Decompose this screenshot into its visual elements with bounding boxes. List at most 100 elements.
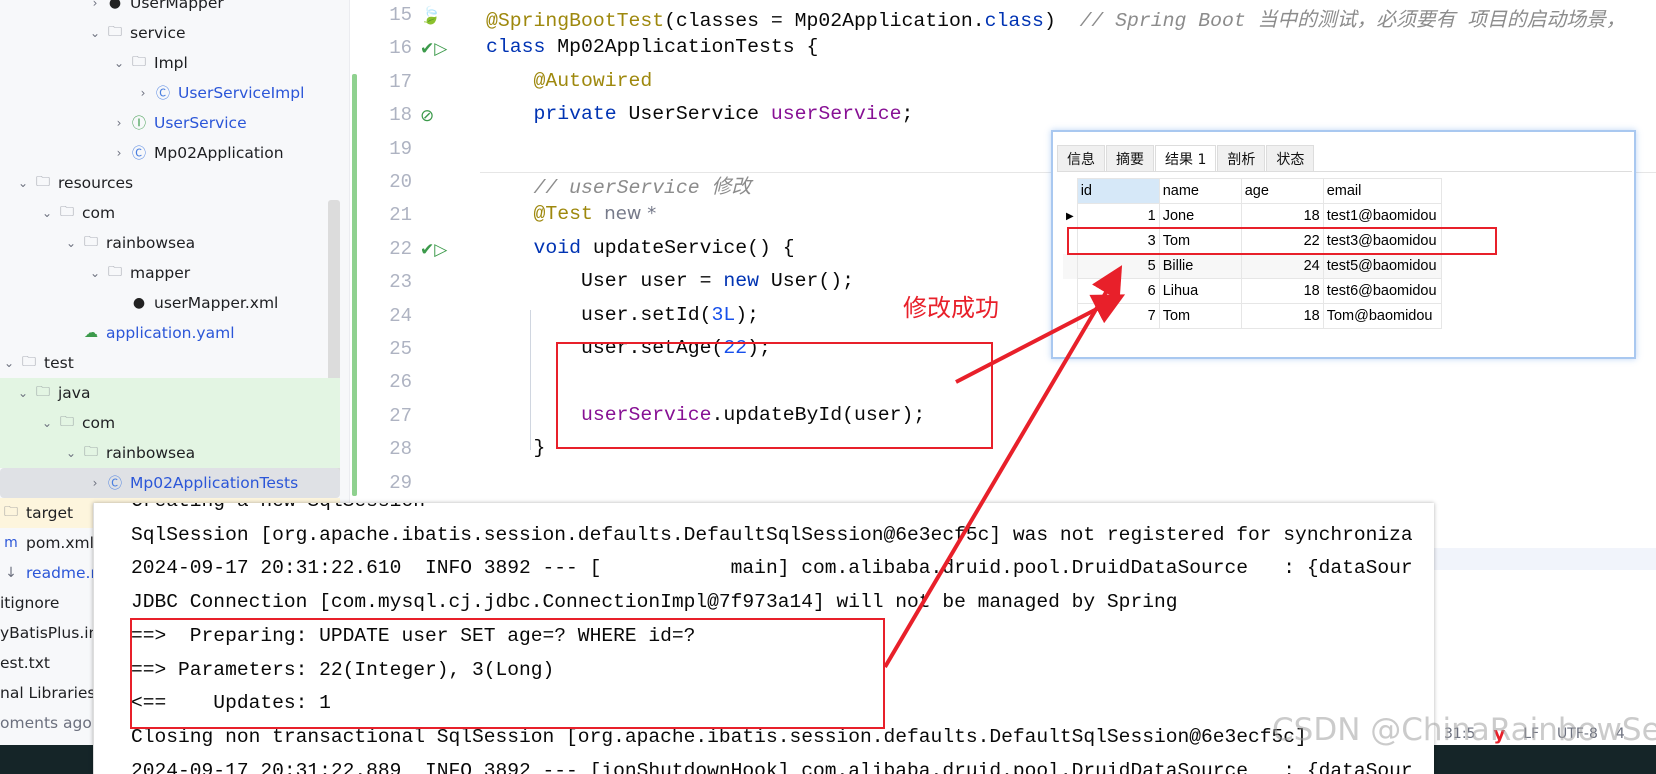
tree-item[interactable]: ⌄ 🗀 rainbowsea	[0, 228, 340, 258]
tree-item[interactable]: ⌄ 🗀 com	[0, 198, 340, 228]
tree-item[interactable]: ⌄ 🗀 rainbowsea	[0, 438, 340, 468]
code-line: class Mp02ApplicationTests {	[486, 36, 818, 58]
tree-item[interactable]: ⌄ 🗀 service	[0, 18, 340, 48]
tree-item[interactable]: ⌄ 🗀 Impl	[0, 48, 340, 78]
run-test-icon[interactable]: ✔▷	[420, 39, 447, 59]
chevron-icon[interactable]: ⌄	[62, 446, 80, 460]
table-cell[interactable]: 7	[1076, 303, 1160, 329]
table-cell[interactable]: test1@baomidou	[1322, 203, 1442, 229]
result-tabs: 信息 摘要 结果 1 剖析 状态	[1057, 145, 1632, 172]
chevron-icon[interactable]: ›	[110, 116, 128, 130]
table-cell[interactable]: 18	[1240, 303, 1324, 329]
chevron-icon[interactable]: ›	[86, 0, 104, 10]
code-line: @Test new *	[486, 203, 656, 225]
code-token: userService	[486, 403, 712, 426]
tree-item[interactable]: › Ⓘ UserService	[0, 108, 340, 138]
console-output: Creating a new SqlSession SqlSession [org…	[93, 503, 1434, 774]
chevron-icon[interactable]: ⌄	[38, 416, 56, 430]
column-header[interactable]: age	[1240, 178, 1324, 204]
tree-item[interactable]: ● userMapper.xml	[0, 288, 340, 318]
tree-item-label: resources	[58, 174, 134, 192]
tree-item-label: target	[26, 504, 74, 522]
table-cell[interactable]: 24	[1240, 253, 1324, 279]
table-cell[interactable]: test3@baomidou	[1322, 228, 1442, 254]
tree-item[interactable]: › ● UserMapper	[0, 0, 340, 18]
tree-item[interactable]: › Ⓒ Mp02Application	[0, 138, 340, 168]
tree-item[interactable]: ⌄ 🗀 mapper	[0, 258, 340, 288]
code-token: );	[747, 337, 771, 359]
result-tab[interactable]: 结果 1	[1155, 145, 1217, 171]
code-line: }	[486, 437, 545, 459]
tree-item[interactable]: ☁ application.yaml	[0, 318, 340, 348]
table-cell[interactable]: Tom@baomidou	[1322, 303, 1442, 329]
chevron-icon[interactable]: ›	[134, 86, 152, 100]
result-tab[interactable]: 剖析	[1217, 145, 1266, 171]
console-line: SqlSession [org.apache.ibatis.session.de…	[131, 523, 1413, 546]
table-cell[interactable]: 1	[1076, 203, 1160, 229]
table-row[interactable]: 3 Tom 22 test3@baomidou	[1063, 228, 1442, 254]
code-line: user.setId(3L);	[486, 304, 759, 326]
code-line: // userService 修改	[486, 170, 751, 199]
chevron-icon[interactable]: ⌄	[62, 236, 80, 250]
chevron-icon[interactable]: ⌄	[86, 26, 104, 40]
table-cell[interactable]: Lihua	[1158, 278, 1242, 304]
tree-item[interactable]: ⌄ 🗀 java	[0, 378, 340, 408]
code-token: ;	[901, 103, 914, 126]
chevron-icon[interactable]: ›	[86, 476, 104, 490]
line-number: 19	[389, 137, 412, 160]
chevron-icon[interactable]: ⌄	[38, 206, 56, 220]
table-cell[interactable]: Jone	[1158, 203, 1242, 229]
table-cell[interactable]: 6	[1076, 278, 1160, 304]
table-row[interactable]: ▶ 1 Jone 18 test1@baomidou	[1063, 203, 1442, 229]
table-cell[interactable]: 18	[1240, 278, 1324, 304]
tree-item-label: rainbowsea	[106, 444, 196, 462]
result-tab[interactable]: 信息	[1057, 145, 1105, 171]
autowired-navigate-icon[interactable]: ⊘	[420, 106, 434, 126]
chevron-icon[interactable]: ⌄	[14, 176, 32, 190]
table-cell[interactable]: Tom	[1158, 303, 1242, 329]
result-tab[interactable]: 摘要	[1106, 145, 1154, 171]
table-cell[interactable]: test5@baomidou	[1322, 253, 1442, 279]
table-row[interactable]: 6 Lihua 18 test6@baomidou	[1063, 278, 1442, 304]
table-cell[interactable]: test6@baomidou	[1322, 278, 1442, 304]
line-number: 17	[389, 70, 412, 93]
spring-bean-icon[interactable]: 🍃	[420, 6, 441, 26]
tree-item-label: nal Libraries	[0, 684, 96, 702]
table-cell[interactable]: 3	[1076, 228, 1160, 254]
mapper-icon: ●	[108, 0, 122, 11]
tree-item-label: service	[130, 24, 186, 42]
folder-icon: 🗀	[60, 204, 74, 220]
result-tab[interactable]: 状态	[1266, 145, 1315, 171]
chevron-icon[interactable]: ⌄	[86, 266, 104, 280]
table-row[interactable]: 5 Billie 24 test5@baomidou	[1063, 253, 1442, 279]
run-test-icon[interactable]: ✔▷	[420, 240, 447, 260]
table-cell[interactable]: 18	[1240, 203, 1324, 229]
line-number: 28	[389, 438, 412, 461]
chevron-icon[interactable]: ⌄	[14, 386, 32, 400]
tree-item-label: application.yaml	[106, 324, 235, 342]
chevron-icon[interactable]: ›	[110, 146, 128, 160]
table-cell[interactable]: 22	[1240, 228, 1324, 254]
chevron-icon[interactable]: ⌄	[110, 56, 128, 70]
column-header[interactable]: email	[1322, 178, 1442, 204]
package-folder-icon: 🗀	[84, 444, 98, 460]
tree-item[interactable]: › Ⓒ Mp02ApplicationTests	[0, 468, 340, 498]
chevron-icon[interactable]: ⌄	[0, 356, 18, 370]
table-cell[interactable]: Tom	[1158, 228, 1242, 254]
table-row[interactable]: 7 Tom 18 Tom@baomidou	[1063, 303, 1442, 329]
code-token: .updateById(user);	[711, 403, 926, 426]
column-header[interactable]: name	[1158, 178, 1242, 204]
line-number: 21	[389, 204, 412, 227]
tree-item[interactable]: ⌄ 🗀 resources	[0, 168, 340, 198]
row-indicator	[1063, 254, 1077, 279]
code-token: @Test	[486, 203, 593, 226]
code-line: user.setAge(22);	[486, 337, 771, 359]
line-number: 18	[389, 104, 412, 127]
tree-item[interactable]: ⌄ 🗀 com	[0, 408, 340, 438]
tree-item-label: UserService	[154, 114, 247, 132]
table-cell[interactable]: 5	[1076, 253, 1160, 279]
tree-item[interactable]: ⌄ 🗀 test	[0, 348, 340, 378]
tree-item[interactable]: › Ⓒ UserServiceImpl	[0, 78, 340, 108]
column-header[interactable]: id	[1076, 178, 1160, 204]
table-cell[interactable]: Billie	[1158, 253, 1242, 279]
